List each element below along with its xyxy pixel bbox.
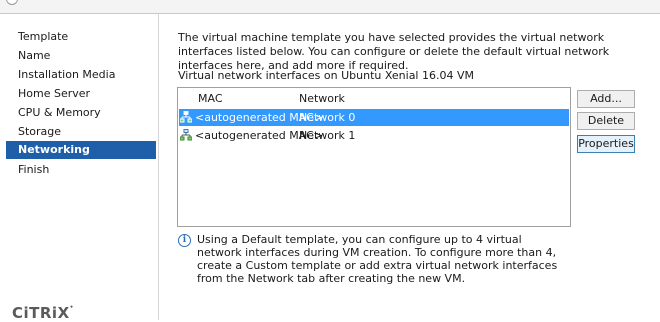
column-header-mac[interactable]: MAC: [198, 92, 223, 105]
vnic-list[interactable]: MAC Network <autogenerated MAC> Network …: [177, 87, 571, 227]
network-interface-icon: [180, 129, 192, 141]
sidebar-item-template[interactable]: Template: [6, 28, 156, 46]
properties-button[interactable]: Properties: [577, 135, 635, 153]
wizard-sidebar: Template Name Installation Media Home Se…: [0, 14, 159, 322]
sidebar-item-storage[interactable]: Storage: [6, 123, 156, 141]
column-header-network[interactable]: Network: [299, 92, 345, 105]
info-icon: i: [178, 234, 191, 247]
network-interface-icon: [180, 111, 192, 123]
table-row[interactable]: <autogenerated MAC> Network 0: [179, 109, 569, 126]
info-text: Using a Default template, you can config…: [197, 233, 558, 285]
sidebar-item-networking[interactable]: Networking: [6, 141, 156, 159]
row-network: Network 1: [299, 129, 356, 142]
delete-button[interactable]: Delete: [577, 112, 635, 130]
sidebar-item-finish[interactable]: Finish: [6, 161, 156, 179]
citrix-logo: CiTRiX•: [12, 304, 74, 322]
row-network: Network 0: [299, 111, 356, 124]
window-icon: [6, 0, 18, 5]
sidebar-item-home-server[interactable]: Home Server: [6, 85, 156, 103]
sidebar-item-cpu-memory[interactable]: CPU & Memory: [6, 104, 156, 122]
sidebar-item-name[interactable]: Name: [6, 47, 156, 65]
add-button[interactable]: Add...: [577, 90, 635, 108]
window-top-strip: [0, 0, 660, 14]
vnic-list-label: Virtual network interfaces on Ubuntu Xen…: [178, 69, 474, 82]
intro-text: The virtual machine template you have se…: [178, 31, 610, 72]
sidebar-item-installation-media[interactable]: Installation Media: [6, 66, 156, 84]
logo-text: CiTRiX: [12, 304, 70, 322]
table-row[interactable]: <autogenerated MAC> Network 1: [179, 127, 569, 144]
